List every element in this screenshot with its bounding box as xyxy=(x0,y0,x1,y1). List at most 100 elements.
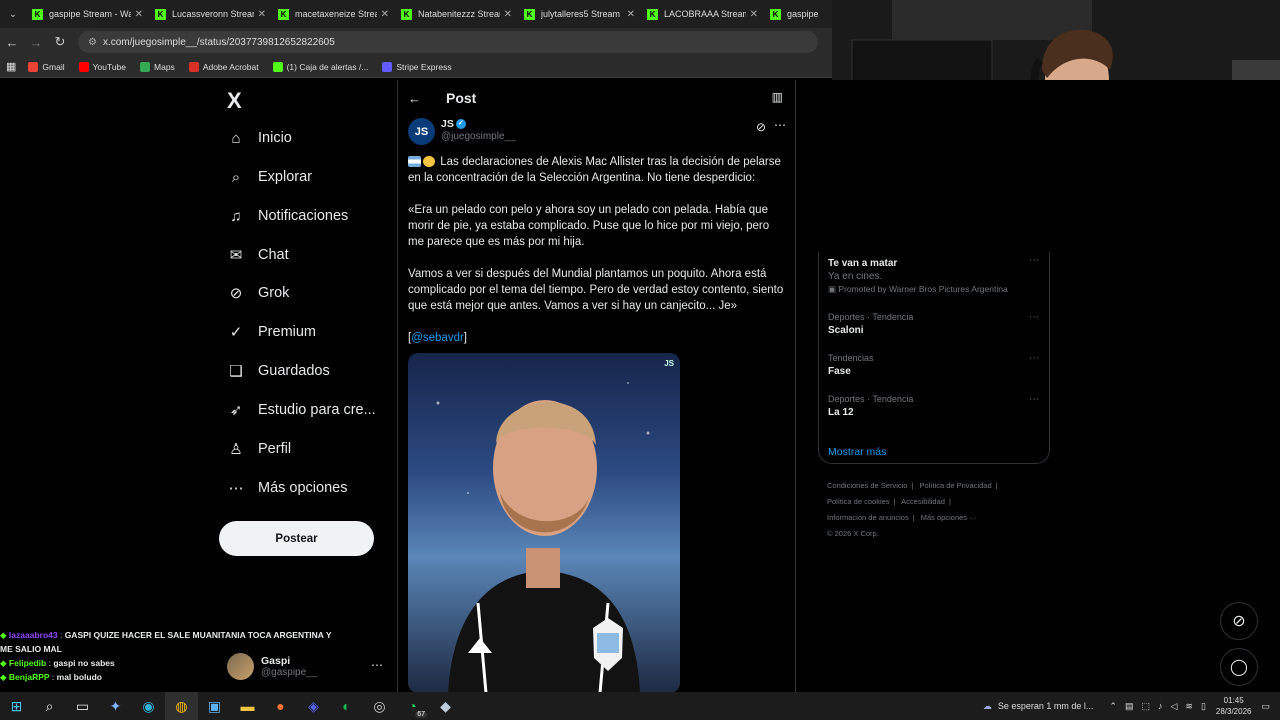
store-icon[interactable]: ▣ xyxy=(198,692,231,720)
tray-icon[interactable]: ⬚ xyxy=(1141,701,1150,712)
more-dots-icon[interactable]: ⋯ xyxy=(371,658,383,672)
chevron-up-icon[interactable]: ⌃ xyxy=(1109,701,1117,712)
bookmark-maps[interactable]: Maps xyxy=(140,61,175,72)
site-info-icon[interactable]: ⚙ xyxy=(88,37,97,48)
trend-item[interactable]: Tendencias Fase ⋯ xyxy=(828,353,1043,377)
taskbar: ⊞ ⌕ ▭ ✦ ◉ ◍ ▣ ▬ ● ◈ ◐ ◎ ◔ 67 ◆ ☁ Se espera… xyxy=(0,692,1280,720)
author-name-text: JS xyxy=(441,118,454,130)
close-icon[interactable]: ✕ xyxy=(258,9,266,20)
browser-tab[interactable]: Kjulytalleres5 Stream ✕ xyxy=(518,0,641,28)
floating-actions: ⊘ ◯ xyxy=(1220,602,1258,694)
apps-grid-icon[interactable]: ▦ xyxy=(6,60,16,73)
trend-item[interactable]: Te van a matar Ya en cines. ▣ Promoted b… xyxy=(828,255,1043,295)
volume-icon[interactable]: ◁ xyxy=(1170,701,1177,712)
edge-icon[interactable]: ◉ xyxy=(132,692,165,720)
bookmark-gmail[interactable]: Gmail xyxy=(28,61,65,72)
chrome-icon[interactable]: ◍ xyxy=(165,692,198,720)
nav-item-premium[interactable]: ✓ Premium xyxy=(227,317,316,347)
footer-link[interactable]: Política de cookies xyxy=(827,497,890,506)
footer-link[interactable]: Política de Privacidad xyxy=(920,481,992,490)
nav-item-chat[interactable]: ✉ Chat xyxy=(227,240,289,270)
nav-item-inicio[interactable]: ⌂ Inicio xyxy=(227,123,291,153)
spotify-icon[interactable]: ◐ xyxy=(330,692,363,720)
post-button[interactable]: Postear xyxy=(219,521,374,556)
microphone-icon[interactable]: ♪ xyxy=(1158,701,1163,711)
grok-icon[interactable]: ⊘ xyxy=(1220,602,1258,640)
more-dots-icon[interactable]: ⋯ xyxy=(1029,353,1039,364)
back-icon[interactable]: ← xyxy=(0,35,24,50)
x-logo[interactable]: X xyxy=(227,88,242,114)
discord-icon[interactable]: ◈ xyxy=(297,692,330,720)
search-icon[interactable]: ⌕ xyxy=(33,692,66,720)
footer-link[interactable]: Información de anuncios xyxy=(827,513,909,522)
clock[interactable]: 01:45 28/3/2026 xyxy=(1216,695,1252,717)
whatsapp-icon[interactable]: ◔ 67 xyxy=(396,692,429,720)
wifi-icon[interactable]: ≋ xyxy=(1185,701,1193,712)
browser-tab[interactable]: K Lucassveronn Stream ✕ xyxy=(149,0,272,28)
nav-item-grok[interactable]: ⊘ Grok xyxy=(227,278,290,308)
footer-link[interactable]: Accesibilidad xyxy=(901,497,945,506)
nav-item-notificaciones[interactable]: ♫ Notificaciones xyxy=(227,201,348,231)
footer-separator: | xyxy=(995,481,998,490)
task-view-icon[interactable]: ▭ xyxy=(66,692,99,720)
nav-item-explorar[interactable]: ⌕ Explorar xyxy=(227,162,312,192)
copilot-icon[interactable]: ✦ xyxy=(99,692,132,720)
nav-item-guardados[interactable]: ❑ Guardados xyxy=(227,356,329,386)
browser-tab[interactable]: Kgaspipe Stream - Wa ✕ xyxy=(26,0,149,28)
nav-item-mas-opciones[interactable]: ⋯ Más opciones xyxy=(227,473,348,503)
footer-link[interactable]: Condiciones de Servicio xyxy=(827,481,907,490)
nav-label: Explorar xyxy=(258,169,312,185)
author-name[interactable]: JS ✓ xyxy=(441,118,466,130)
more-dots-icon[interactable]: ⋯ xyxy=(774,118,786,132)
trend-title: Fase xyxy=(828,366,851,377)
author-handle[interactable]: @juegosimple__ xyxy=(441,131,516,142)
close-icon[interactable]: ✕ xyxy=(750,9,758,20)
battery-icon[interactable]: ▯ xyxy=(1201,701,1206,712)
more-dots-icon[interactable]: ⋯ xyxy=(1029,312,1039,323)
trend-item[interactable]: Deportes · Tendencia Scaloni ⋯ xyxy=(828,312,1043,336)
more-dots-icon[interactable]: ⋯ xyxy=(1029,255,1039,266)
reload-icon[interactable]: ↻ xyxy=(48,34,72,50)
obs-icon[interactable]: ◎ xyxy=(363,692,396,720)
back-arrow-icon[interactable]: ← xyxy=(408,91,428,106)
footer-link[interactable]: Más opciones ··· xyxy=(921,513,977,522)
browser-tab[interactable]: K LACOBRAAA Stream ✕ xyxy=(641,0,764,28)
nav-item-perfil[interactable]: ♙ Perfil xyxy=(227,434,291,464)
post-paragraph: «Era un pelado con pelo y ahora soy un p… xyxy=(408,204,770,248)
bookmark-acrobat[interactable]: Adobe Acrobat xyxy=(188,61,259,72)
steam-icon[interactable]: ◆ xyxy=(429,692,462,720)
notifications-icon[interactable]: ▭ xyxy=(1261,701,1270,712)
browser-tab[interactable]: Kgaspipe Strea xyxy=(764,0,824,28)
weather-widget[interactable]: ☁ Se esperan 1 mm de l... xyxy=(983,701,1094,712)
bookmark-stripe[interactable]: Stripe Express xyxy=(382,61,452,72)
close-icon[interactable]: ✕ xyxy=(504,9,512,20)
bookmark-alerts[interactable]: (1) Caja de alertas /... xyxy=(272,61,368,72)
nav-label: Perfil xyxy=(258,441,292,457)
close-icon[interactable]: ✕ xyxy=(627,9,635,20)
nav-label: Estudio para cre... xyxy=(258,402,376,418)
chat-bubble-icon[interactable]: ◯ xyxy=(1220,648,1258,686)
bookmark-youtube[interactable]: YouTube xyxy=(78,61,126,72)
tray-icon[interactable]: ▤ xyxy=(1125,701,1134,712)
mention-link[interactable]: @sebavdr xyxy=(411,332,464,344)
close-icon[interactable]: ✕ xyxy=(381,9,389,20)
grok-icon[interactable]: ⊘ xyxy=(756,120,766,134)
tab-search-chevron-icon[interactable]: ⌄ xyxy=(0,0,26,28)
browser-tab[interactable]: Kmacetaxeneize Strea ✕ xyxy=(272,0,395,28)
folder-icon[interactable]: ▬ xyxy=(231,692,264,720)
reader-icon[interactable]: ▥ xyxy=(772,90,783,104)
more-dots-icon[interactable]: ⋯ xyxy=(1029,394,1039,405)
close-icon[interactable]: ✕ xyxy=(135,9,143,20)
nav-item-estudio[interactable]: ➶ Estudio para cre... xyxy=(227,395,376,425)
forward-icon[interactable]: → xyxy=(24,35,48,50)
post-image[interactable]: JS xyxy=(408,353,680,692)
firefox-icon[interactable]: ● xyxy=(264,692,297,720)
author-avatar[interactable]: JS xyxy=(408,118,435,145)
trend-item[interactable]: Deportes · Tendencia La 12 ⋯ xyxy=(828,394,1043,418)
tab-label: julytalleres5 Stream xyxy=(541,9,621,19)
show-more-link[interactable]: Mostrar más xyxy=(828,446,886,458)
browser-tab[interactable]: K Natabenitezzz Stream ✕ xyxy=(395,0,518,28)
footer-separator: | xyxy=(893,497,896,506)
url-bar[interactable]: ⚙ x.com/juegosimple__/status/203773981265… xyxy=(78,31,818,53)
windows-start-icon[interactable]: ⊞ xyxy=(0,692,33,720)
